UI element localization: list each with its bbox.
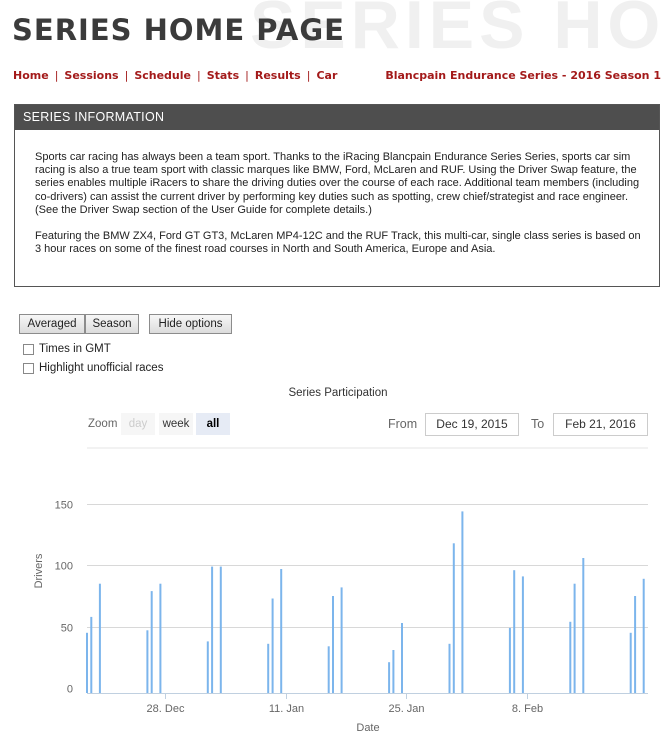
participation-bar[interactable] xyxy=(280,569,283,693)
participation-bar[interactable] xyxy=(401,623,403,693)
participation-bar[interactable] xyxy=(219,566,222,693)
participation-bar[interactable] xyxy=(271,598,274,694)
chart-bars xyxy=(86,511,645,693)
participation-bar[interactable] xyxy=(267,643,270,693)
participation-bar[interactable] xyxy=(150,591,153,693)
participation-bar[interactable] xyxy=(327,646,330,693)
participation-bar[interactable] xyxy=(634,596,637,693)
x-tick-label: 11. Jan xyxy=(269,703,304,715)
participation-bar[interactable] xyxy=(629,632,632,693)
y-tick-label: 100 xyxy=(55,561,73,573)
participation-bar[interactable] xyxy=(90,616,93,693)
participation-bar[interactable] xyxy=(98,583,101,693)
participation-bar[interactable] xyxy=(452,543,455,693)
chart-grid xyxy=(87,447,648,628)
x-tick-label: 28. Dec xyxy=(147,703,185,715)
participation-bar[interactable] xyxy=(582,558,585,693)
participation-chart: 0 50 100 150 28. Dec 11. Jan 25. Jan 8. Feb Dri… xyxy=(33,447,648,734)
x-tick-label: 25. Jan xyxy=(388,703,424,715)
participation-bar[interactable] xyxy=(448,643,451,693)
participation-bar[interactable] xyxy=(569,621,572,693)
chart-axes: 0 50 100 150 28. Dec 11. Jan 25. Jan 8. Feb xyxy=(55,500,648,715)
y-axis-title: Drivers xyxy=(33,553,45,588)
participation-bar[interactable] xyxy=(508,627,511,693)
participation-bar[interactable] xyxy=(388,662,391,693)
participation-bar[interactable] xyxy=(146,630,149,693)
participation-bar[interactable] xyxy=(86,632,88,693)
participation-bar[interactable] xyxy=(573,583,576,693)
participation-bar[interactable] xyxy=(513,570,516,693)
x-axis-title: Date xyxy=(356,722,379,734)
participation-bar[interactable] xyxy=(211,566,214,693)
participation-bar[interactable] xyxy=(392,650,395,693)
x-tick-label: 8. Feb xyxy=(512,703,543,715)
participation-bar[interactable] xyxy=(461,511,464,693)
y-tick-label: 50 xyxy=(61,623,73,635)
participation-bar[interactable] xyxy=(340,587,343,693)
y-tick-label: 0 xyxy=(67,684,73,696)
participation-bar[interactable] xyxy=(332,596,334,693)
participation-bar[interactable] xyxy=(521,576,524,693)
y-tick-label: 150 xyxy=(55,500,73,512)
participation-bar[interactable] xyxy=(642,578,645,693)
participation-bar[interactable] xyxy=(159,583,162,693)
participation-bar[interactable] xyxy=(206,641,209,693)
